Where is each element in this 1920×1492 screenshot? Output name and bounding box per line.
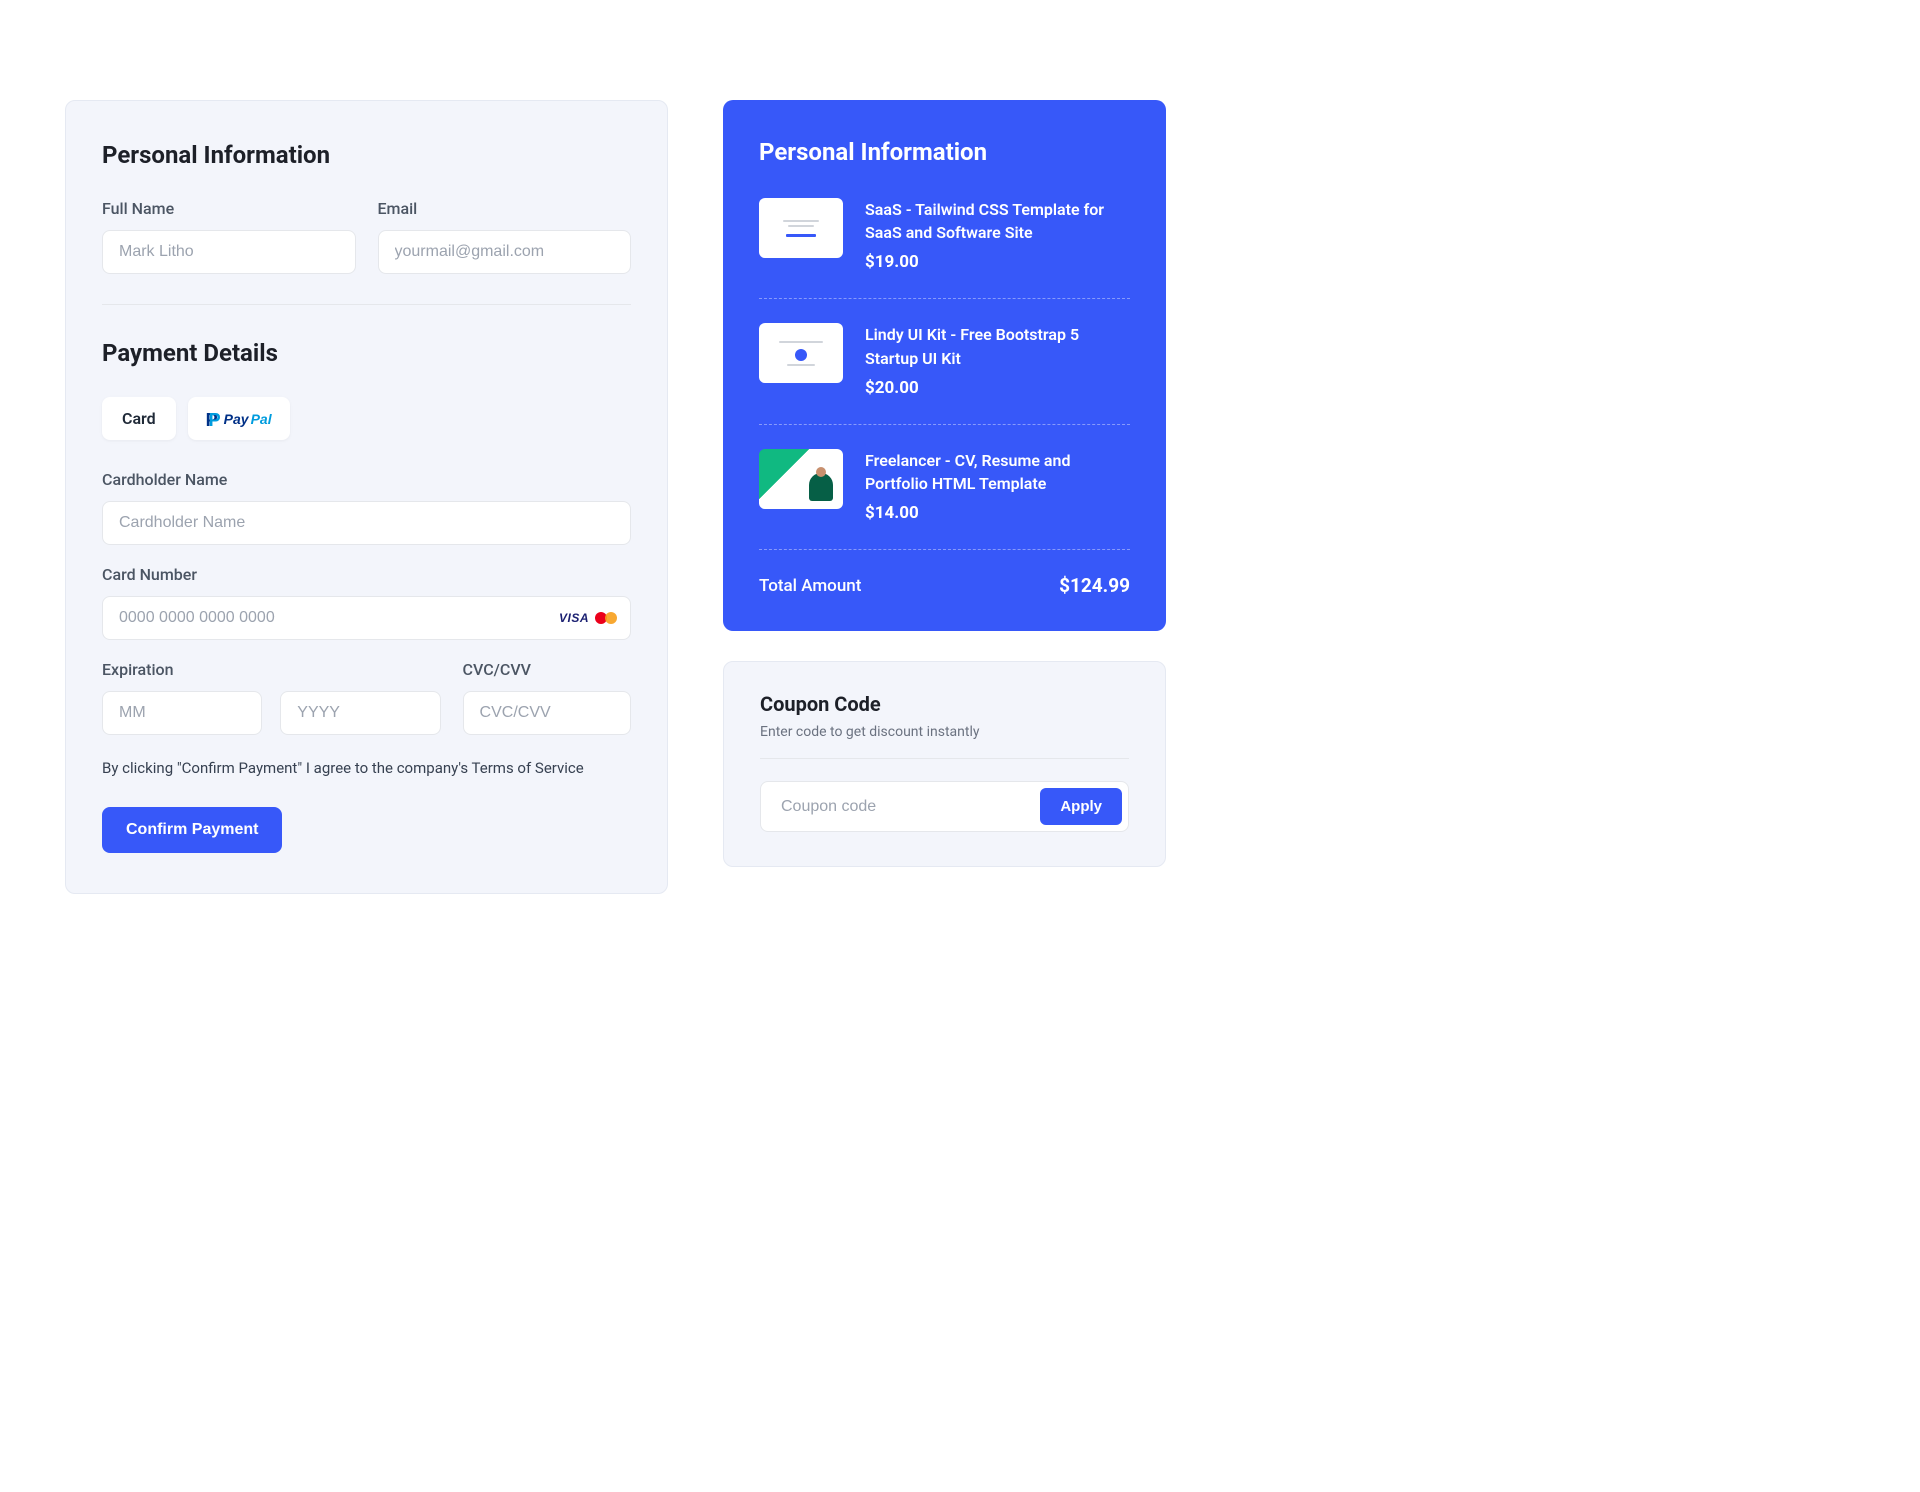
terms-agree-text: By clicking "Confirm Payment" I agree to… (102, 759, 631, 777)
coupon-title: Coupon Code (760, 692, 1129, 716)
summary-title: Personal Information (759, 138, 1130, 166)
coupon-subtitle: Enter code to get discount instantly (760, 724, 1129, 740)
pay-tab-card-label: Card (122, 409, 156, 428)
summary-item: Lindy UI Kit - Free Bootstrap 5 Startup … (759, 323, 1130, 424)
pay-tab-paypal[interactable]: PayPal (188, 397, 290, 440)
visa-icon: VISA (559, 611, 589, 625)
personal-info-title: Personal Information (102, 141, 631, 169)
order-summary-panel: Personal Information SaaS - Tailwind CSS… (723, 100, 1166, 631)
divider (102, 304, 631, 305)
paypal-icon: PayPal (206, 410, 272, 428)
coupon-panel: Coupon Code Enter code to get discount i… (723, 661, 1166, 867)
item-price: $20.00 (865, 378, 1130, 398)
expiration-label: Expiration (102, 660, 441, 679)
item-price: $19.00 (865, 252, 1130, 272)
cardholder-label: Cardholder Name (102, 470, 631, 489)
product-thumbnail (759, 449, 843, 509)
email-input[interactable] (378, 230, 632, 274)
divider (760, 758, 1129, 759)
cardholder-input[interactable] (102, 501, 631, 545)
product-thumbnail (759, 198, 843, 258)
fullname-label: Full Name (102, 199, 356, 218)
card-brand-icons: VISA (559, 611, 617, 625)
payment-details-title: Payment Details (102, 339, 631, 367)
summary-item: SaaS - Tailwind CSS Template for SaaS an… (759, 198, 1130, 299)
item-title: SaaS - Tailwind CSS Template for SaaS an… (865, 198, 1130, 244)
cardnumber-label: Card Number (102, 565, 631, 584)
total-label: Total Amount (759, 576, 861, 596)
pay-tab-card[interactable]: Card (102, 397, 176, 440)
item-title: Freelancer - CV, Resume and Portfolio HT… (865, 449, 1130, 495)
confirm-payment-button[interactable]: Confirm Payment (102, 807, 282, 853)
mastercard-icon (595, 611, 617, 625)
total-amount: $124.99 (1059, 574, 1130, 597)
coupon-input[interactable] (781, 798, 1040, 816)
apply-coupon-button[interactable]: Apply (1040, 788, 1122, 825)
expiration-year-input[interactable] (280, 691, 440, 735)
product-thumbnail (759, 323, 843, 383)
checkout-form-panel: Personal Information Full Name Email Pay… (65, 100, 668, 894)
cvc-input[interactable] (463, 691, 631, 735)
email-label: Email (378, 199, 632, 218)
item-price: $14.00 (865, 503, 1130, 523)
fullname-input[interactable] (102, 230, 356, 274)
cardnumber-input[interactable] (102, 596, 631, 640)
expiration-month-input[interactable] (102, 691, 262, 735)
item-title: Lindy UI Kit - Free Bootstrap 5 Startup … (865, 323, 1130, 369)
cvc-label: CVC/CVV (463, 660, 631, 679)
summary-item: Freelancer - CV, Resume and Portfolio HT… (759, 449, 1130, 550)
